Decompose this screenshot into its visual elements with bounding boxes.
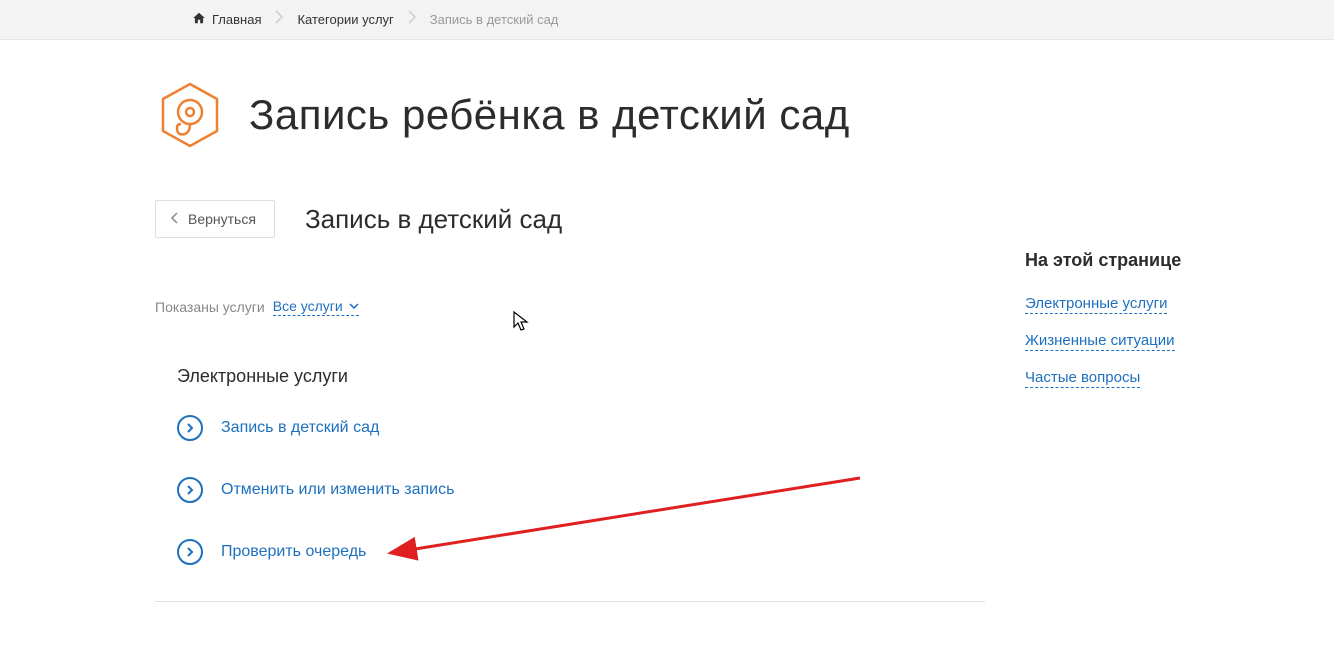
arrow-circle-icon bbox=[177, 415, 203, 441]
breadcrumb-label: Главная bbox=[212, 12, 261, 27]
breadcrumb-label: Запись в детский сад bbox=[430, 12, 559, 27]
filter-value: Все услуги bbox=[273, 298, 343, 314]
service-list: Запись в детский сад Отменить или измени… bbox=[155, 415, 985, 565]
sidebar-link-faq[interactable]: Частые вопросы bbox=[1025, 369, 1140, 388]
divider bbox=[155, 601, 985, 602]
service-link[interactable]: Проверить очередь bbox=[221, 543, 366, 561]
service-link[interactable]: Отменить или изменить запись bbox=[221, 481, 454, 499]
breadcrumb-categories[interactable]: Категории услуг bbox=[285, 0, 405, 39]
page-title: Запись ребёнка в детский сад bbox=[249, 91, 850, 139]
pacifier-icon bbox=[155, 80, 225, 150]
service-item-register[interactable]: Запись в детский сад bbox=[177, 415, 985, 441]
back-button[interactable]: Вернуться bbox=[155, 200, 275, 238]
sub-header: Вернуться Запись в детский сад bbox=[155, 200, 985, 238]
sub-title: Запись в детский сад bbox=[305, 204, 562, 235]
filter-dropdown[interactable]: Все услуги bbox=[273, 298, 359, 316]
chevron-down-icon bbox=[349, 301, 359, 312]
filter-row: Показаны услуги Все услуги bbox=[155, 298, 985, 316]
breadcrumb-label: Категории услуг bbox=[297, 12, 393, 27]
filter-label: Показаны услуги bbox=[155, 299, 265, 315]
breadcrumb-current: Запись в детский сад bbox=[418, 0, 571, 39]
back-button-label: Вернуться bbox=[188, 211, 256, 227]
sidebar-link-eservices[interactable]: Электронные услуги bbox=[1025, 295, 1167, 314]
chevron-right-icon bbox=[275, 10, 283, 29]
service-item-cancel[interactable]: Отменить или изменить запись bbox=[177, 477, 985, 503]
sidebar-link-situations[interactable]: Жизненные ситуации bbox=[1025, 332, 1175, 351]
section-title: Электронные услуги bbox=[177, 366, 985, 387]
sidebar-title: На этой странице bbox=[1025, 250, 1185, 271]
arrow-circle-icon bbox=[177, 539, 203, 565]
sidebar: На этой странице Электронные услуги Жизн… bbox=[1025, 200, 1185, 406]
chevron-right-icon bbox=[408, 10, 416, 29]
breadcrumb: Главная Категории услуг Запись в детский… bbox=[0, 0, 1334, 40]
service-link[interactable]: Запись в детский сад bbox=[221, 419, 379, 437]
breadcrumb-home[interactable]: Главная bbox=[180, 0, 273, 39]
arrow-circle-icon bbox=[177, 477, 203, 503]
home-icon bbox=[192, 11, 206, 28]
chevron-left-icon bbox=[170, 211, 178, 227]
page-header: Запись ребёнка в детский сад bbox=[155, 80, 1185, 150]
service-item-check-queue[interactable]: Проверить очередь bbox=[177, 539, 985, 565]
